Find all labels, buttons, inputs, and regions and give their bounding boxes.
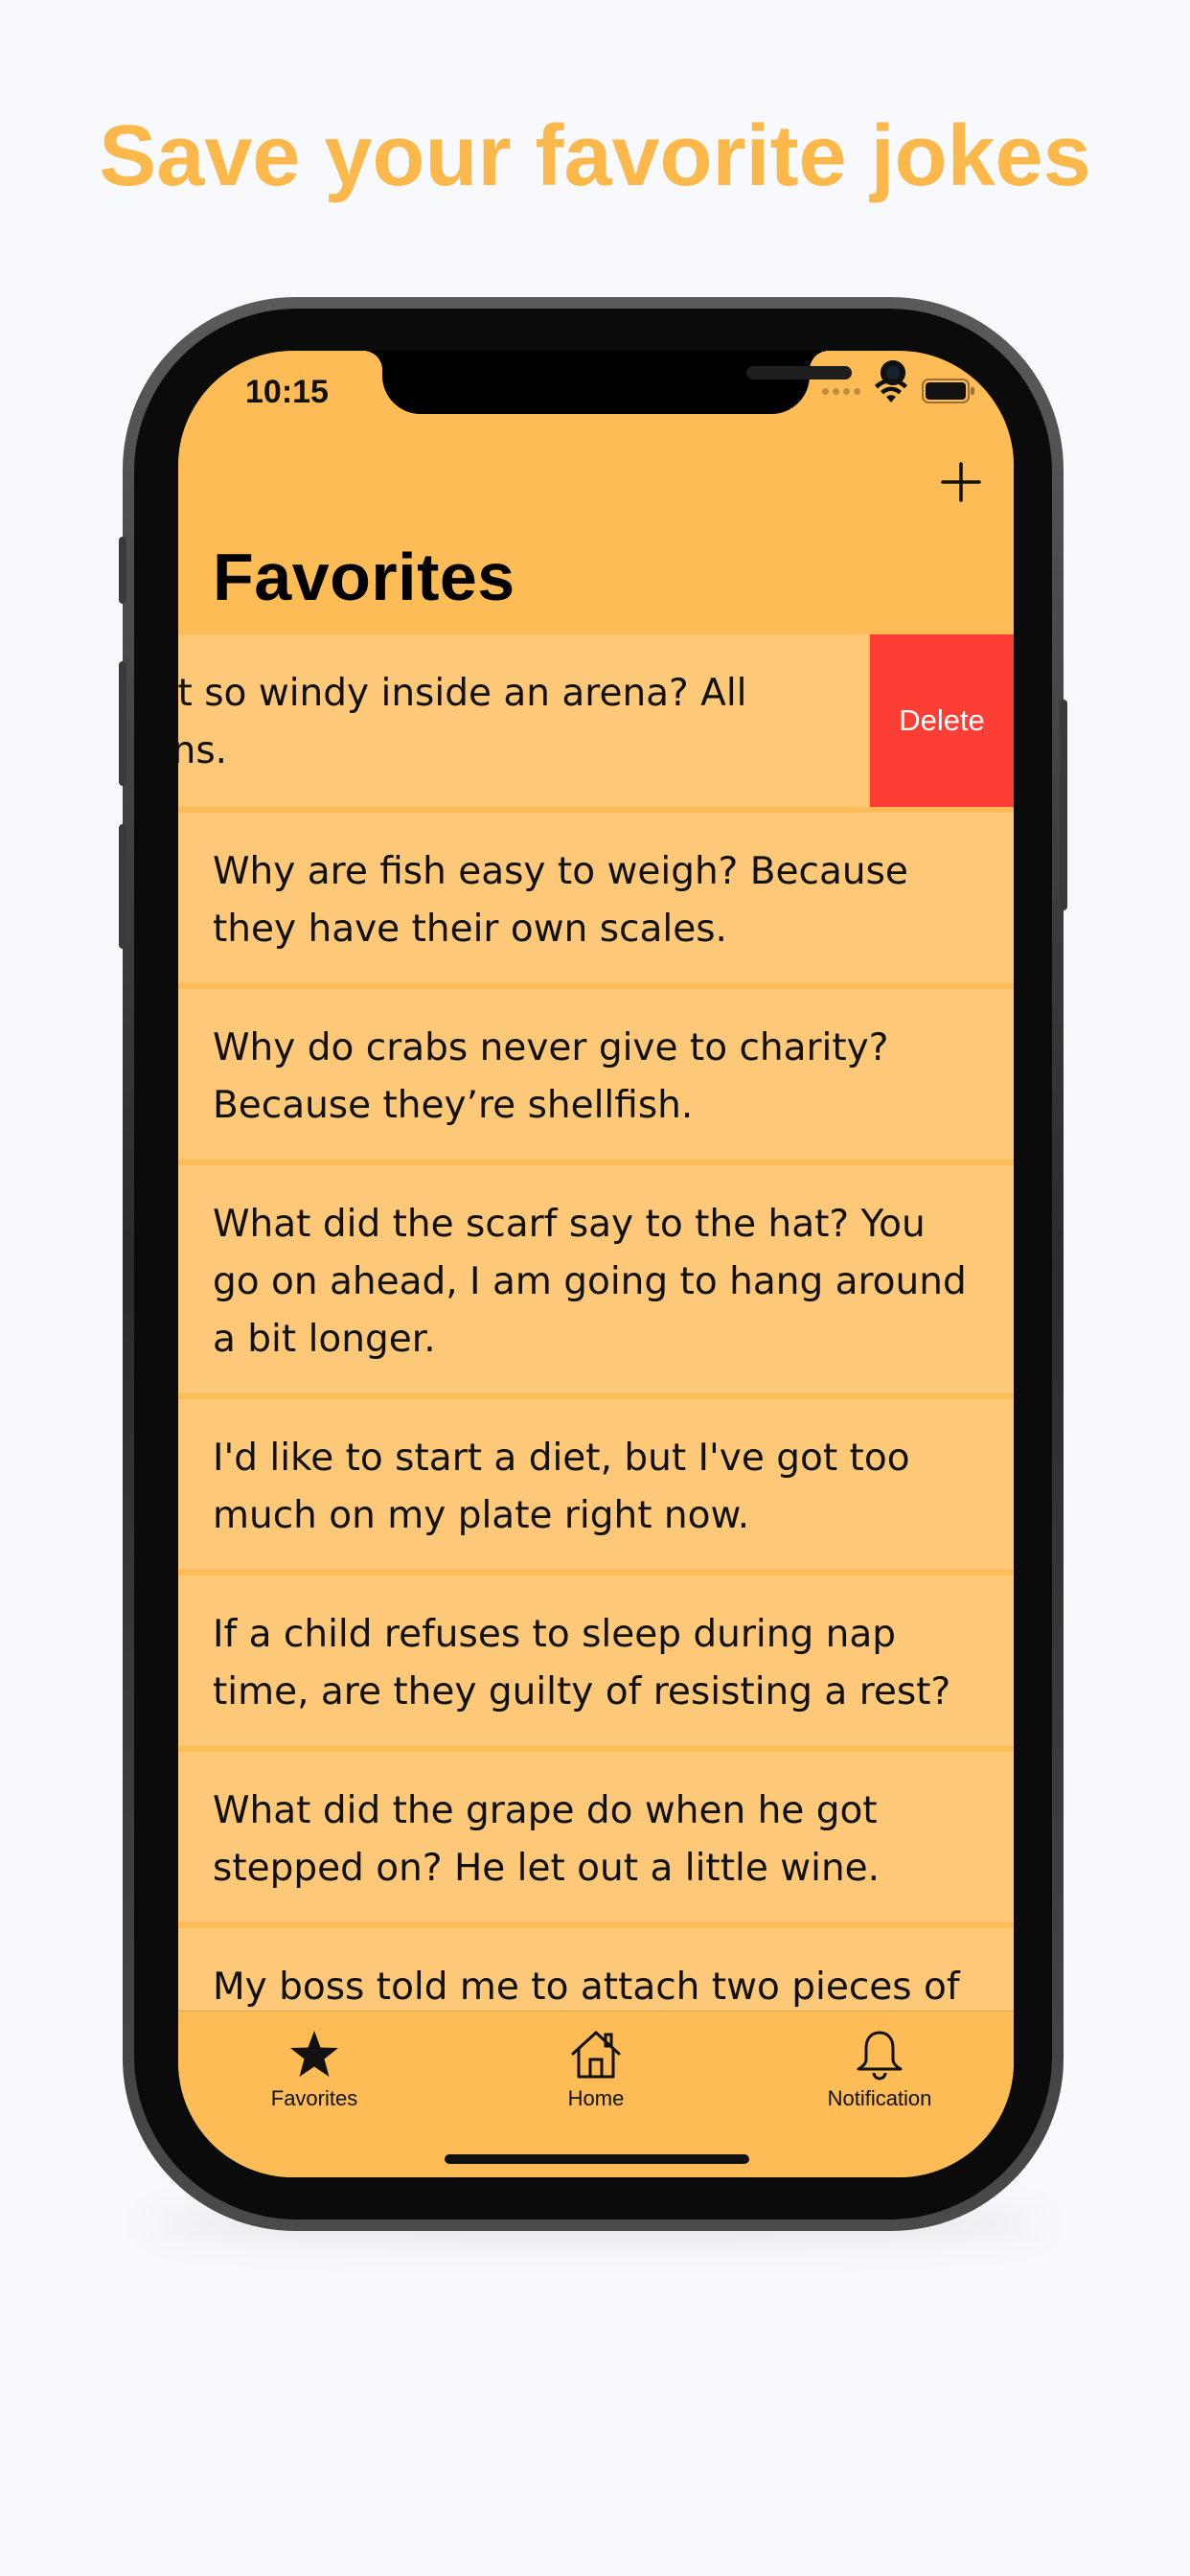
power-button <box>1060 700 1067 910</box>
joke-line: If a child refuses to sleep during nap <box>213 1613 896 1656</box>
home-icon <box>571 2031 621 2079</box>
silent-switch <box>119 537 126 604</box>
joke-line: stepped on? He let out a little wine. <box>213 1847 881 1890</box>
tab-label: Home <box>567 2086 625 2110</box>
joke-line: I'd like to start a diet, but I've got t… <box>213 1437 910 1480</box>
battery-icon <box>922 379 974 403</box>
tab-label: Notification <box>827 2086 932 2110</box>
star-icon <box>290 2031 338 2077</box>
tab-label: Favorites <box>270 2086 358 2110</box>
list-item[interactable]: My boss told me to attach two pieces of <box>178 1928 1014 2011</box>
joke-line: a bit longer. <box>213 1318 436 1361</box>
joke-line: go on ahead, I am going to hang around <box>213 1260 967 1303</box>
list-item[interactable]: What did the grape do when he got steppe… <box>178 1752 1014 1922</box>
add-joke-button[interactable] <box>937 458 985 506</box>
notch <box>363 351 905 414</box>
list-item[interactable]: If a child refuses to sleep during nap t… <box>178 1576 1014 1746</box>
joke-line: My boss told me to attach two pieces of <box>213 1966 960 2009</box>
list-item[interactable]: I'd like to start a diet, but I've got t… <box>178 1399 1014 1570</box>
joke-line: Because they’re shellfish. <box>213 1084 694 1127</box>
marketing-headline: Save your favorite jokes <box>99 108 1091 204</box>
plus-icon <box>941 462 981 502</box>
joke-line: fans. <box>178 729 228 772</box>
phone-screen: 10:15 Favorites s it so windy inside an … <box>178 351 1014 2177</box>
wifi-icon <box>875 378 907 402</box>
home-indicator[interactable] <box>445 2154 749 2164</box>
tab-notification[interactable]: Notification <box>784 2012 975 2117</box>
jokes-list[interactable]: s it so windy inside an arena? All fans.… <box>178 634 1014 2011</box>
list-item[interactable]: Why do crabs never give to charity? Beca… <box>178 989 1014 1160</box>
joke-line: What did the scarf say to the hat? You <box>213 1203 926 1246</box>
joke-line: time, are they guilty of resisting a res… <box>213 1670 951 1714</box>
joke-line: s it so windy inside an arena? All <box>178 672 747 715</box>
page-title: Favorites <box>213 540 515 614</box>
list-item-swiped[interactable]: s it so windy inside an arena? All fans.… <box>178 634 1014 807</box>
delete-button[interactable]: Delete <box>870 634 1014 807</box>
joke-line: Why do crabs never give to charity? <box>213 1026 889 1070</box>
volume-up-button <box>119 661 126 786</box>
signal-icon <box>822 387 860 395</box>
joke-line: Why are fish easy to weigh? Because <box>213 850 908 893</box>
joke-line: much on my plate right now. <box>213 1494 750 1537</box>
bell-icon <box>857 2031 903 2081</box>
tab-bar: Favorites Home Notification <box>178 2011 1014 2177</box>
volume-down-button <box>119 824 126 949</box>
tab-favorites[interactable]: Favorites <box>218 2012 410 2117</box>
list-item[interactable]: Why are fish easy to weigh? Because they… <box>178 813 1014 983</box>
list-item[interactable]: What did the scarf say to the hat? You g… <box>178 1165 1014 1393</box>
joke-line: What did the grape do when he got <box>213 1789 878 1832</box>
joke-line: they have their own scales. <box>213 908 727 951</box>
swiped-joke-text[interactable]: s it so windy inside an arena? All fans. <box>178 634 868 807</box>
status-indicators <box>822 378 975 404</box>
tab-home[interactable]: Home <box>500 2012 692 2117</box>
status-time: 10:15 <box>245 374 329 410</box>
